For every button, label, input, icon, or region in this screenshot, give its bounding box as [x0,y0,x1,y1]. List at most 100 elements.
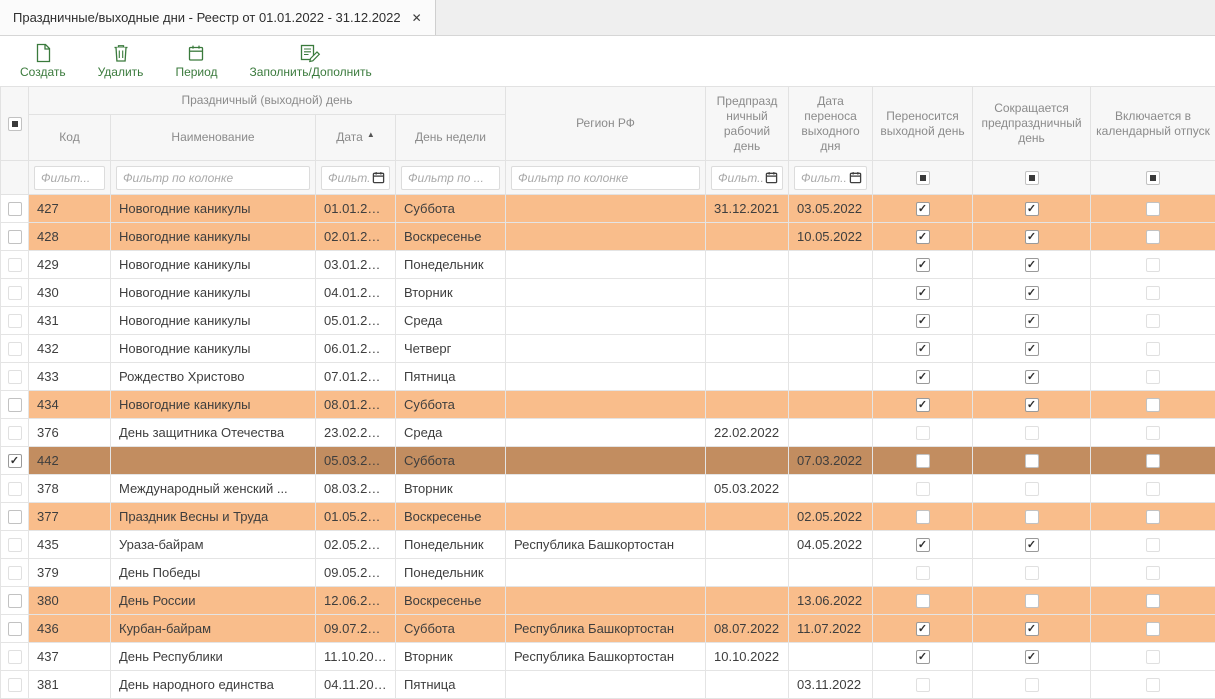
table-row[interactable]: 436Курбан-байрам09.07.2022СубботаРеспубл… [1,615,1215,643]
is-transferred-checkbox[interactable] [916,426,930,440]
table-row[interactable]: 379День Победы09.05.2022Понедельник [1,559,1215,587]
fill-append-button[interactable]: Заполнить/Дополнить [246,41,376,81]
table-row[interactable]: 380День России12.06.2022Воскресенье13.06… [1,587,1215,615]
table-row[interactable]: 427Новогодние каникулы01.01.2022Суббота3… [1,195,1215,223]
table-row[interactable]: 376День защитника Отечества23.02.2022Сре… [1,419,1215,447]
col-header-preholiday[interactable]: Предпразд ничный рабочий день [706,87,789,161]
in-vacation-checkbox[interactable] [1146,398,1160,412]
col-header-region[interactable]: Регион РФ [506,87,706,161]
is-shortened-checkbox[interactable]: ✓ [1025,370,1039,384]
filter-transfer-input[interactable] [801,171,847,185]
row-select-checkbox[interactable] [8,202,22,216]
table-row[interactable]: 381День народного единства04.11.2022Пятн… [1,671,1215,699]
is-transferred-checkbox[interactable] [916,566,930,580]
table-row[interactable]: 432Новогодние каникулы06.01.2022Четверг✓… [1,335,1215,363]
in-vacation-checkbox[interactable] [1146,650,1160,664]
is-shortened-checkbox[interactable] [1025,566,1039,580]
filter-date-input[interactable] [328,171,370,185]
col-header-weekday[interactable]: День недели [396,115,506,161]
select-all-checkbox[interactable] [8,117,22,131]
row-select-checkbox[interactable] [8,594,22,608]
col-header-is-shortened[interactable]: Сокращается предпраздничный день [973,87,1091,161]
in-vacation-checkbox[interactable] [1146,538,1160,552]
is-transferred-checkbox[interactable] [916,594,930,608]
row-select-checkbox[interactable] [8,482,22,496]
row-select-checkbox[interactable] [8,230,22,244]
is-shortened-checkbox[interactable] [1025,426,1039,440]
is-shortened-checkbox[interactable]: ✓ [1025,650,1039,664]
is-shortened-checkbox[interactable]: ✓ [1025,342,1039,356]
in-vacation-checkbox[interactable] [1146,594,1160,608]
in-vacation-checkbox[interactable] [1146,370,1160,384]
calendar-icon[interactable] [372,171,385,184]
is-shortened-checkbox[interactable]: ✓ [1025,230,1039,244]
filter-date-field[interactable] [321,166,390,190]
table-row[interactable]: ✓44205.03.2022Суббота07.03.2022 [1,447,1215,475]
col-header-is-transferred[interactable]: Переносится выходной день [873,87,973,161]
create-button[interactable]: Создать [16,41,70,81]
is-shortened-checkbox[interactable]: ✓ [1025,538,1039,552]
in-vacation-checkbox[interactable] [1146,510,1160,524]
is-transferred-checkbox[interactable] [916,454,930,468]
is-transferred-checkbox[interactable] [916,678,930,692]
filter-weekday-input[interactable] [401,166,500,190]
col-header-code[interactable]: Код [29,115,111,161]
is-shortened-checkbox[interactable] [1025,482,1039,496]
in-vacation-checkbox[interactable] [1146,622,1160,636]
delete-button[interactable]: Удалить [94,41,148,81]
is-transferred-checkbox[interactable]: ✓ [916,398,930,412]
table-row[interactable]: 430Новогодние каникулы04.01.2022Вторник✓… [1,279,1215,307]
col-header-name[interactable]: Наименование [111,115,316,161]
in-vacation-checkbox[interactable] [1146,258,1160,272]
table-row[interactable]: 377Праздник Весны и Труда01.05.2022Воскр… [1,503,1215,531]
row-select-checkbox[interactable] [8,286,22,300]
row-select-checkbox[interactable] [8,370,22,384]
row-select-checkbox[interactable] [8,622,22,636]
filter-preholiday-input[interactable] [718,171,763,185]
table-row[interactable]: 435Ураза-байрам02.05.2022ПонедельникРесп… [1,531,1215,559]
table-row[interactable]: 433Рождество Христово07.01.2022Пятница✓✓ [1,363,1215,391]
filter-region-input[interactable] [511,166,700,190]
tab-holidays-registry[interactable]: Праздничные/выходные дни - Реестр от 01.… [0,0,436,35]
is-shortened-checkbox[interactable] [1025,454,1039,468]
in-vacation-checkbox[interactable] [1146,230,1160,244]
row-select-checkbox[interactable] [8,314,22,328]
filter-name-input[interactable] [116,166,310,190]
filter-is-shortened-checkbox[interactable] [1025,171,1039,185]
is-transferred-checkbox[interactable]: ✓ [916,314,930,328]
is-transferred-checkbox[interactable]: ✓ [916,202,930,216]
row-select-checkbox[interactable] [8,426,22,440]
is-shortened-checkbox[interactable]: ✓ [1025,314,1039,328]
row-select-checkbox[interactable] [8,566,22,580]
is-shortened-checkbox[interactable] [1025,678,1039,692]
in-vacation-checkbox[interactable] [1146,286,1160,300]
row-select-checkbox[interactable] [8,258,22,272]
in-vacation-checkbox[interactable] [1146,426,1160,440]
table-row[interactable]: 431Новогодние каникулы05.01.2022Среда✓✓ [1,307,1215,335]
in-vacation-checkbox[interactable] [1146,454,1160,468]
calendar-icon[interactable] [765,171,778,184]
is-transferred-checkbox[interactable]: ✓ [916,286,930,300]
is-shortened-checkbox[interactable]: ✓ [1025,398,1039,412]
is-transferred-checkbox[interactable]: ✓ [916,650,930,664]
is-transferred-checkbox[interactable]: ✓ [916,370,930,384]
row-select-checkbox[interactable] [8,510,22,524]
period-button[interactable]: Период [171,41,221,81]
table-row[interactable]: 378Международный женский ...08.03.2022Вт… [1,475,1215,503]
filter-code-input[interactable] [34,166,105,190]
row-select-checkbox[interactable] [8,342,22,356]
filter-transfer-field[interactable] [794,166,867,190]
in-vacation-checkbox[interactable] [1146,342,1160,356]
is-transferred-checkbox[interactable] [916,510,930,524]
is-transferred-checkbox[interactable] [916,482,930,496]
in-vacation-checkbox[interactable] [1146,482,1160,496]
col-header-transfer-date[interactable]: Дата переноса выходного дня [789,87,873,161]
is-shortened-checkbox[interactable]: ✓ [1025,202,1039,216]
in-vacation-checkbox[interactable] [1146,678,1160,692]
is-shortened-checkbox[interactable]: ✓ [1025,286,1039,300]
row-select-checkbox[interactable]: ✓ [8,454,22,468]
calendar-icon[interactable] [849,171,862,184]
is-shortened-checkbox[interactable]: ✓ [1025,622,1039,636]
table-row[interactable]: 428Новогодние каникулы02.01.2022Воскресе… [1,223,1215,251]
col-header-in-vacation[interactable]: Включается в календарный отпуск [1091,87,1215,161]
